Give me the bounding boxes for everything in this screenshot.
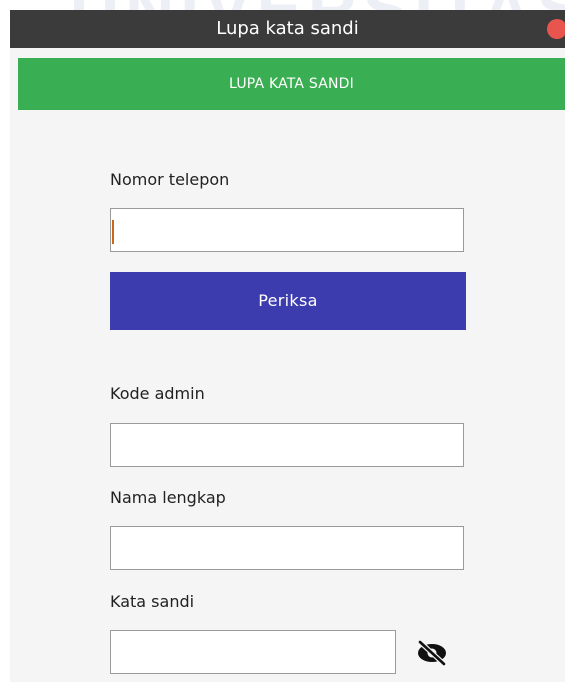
close-icon[interactable] xyxy=(547,19,565,39)
password-input[interactable] xyxy=(110,630,396,674)
dialog-window: Lupa kata sandi LUPA KATA SANDI Nomor te… xyxy=(10,10,565,682)
password-label: Kata sandi xyxy=(110,592,195,611)
phone-input[interactable] xyxy=(110,208,464,252)
page: UNIVERSITAS Lupa kata sandi LUPA KATA SA… xyxy=(0,0,565,682)
full-name-label: Nama lengkap xyxy=(110,488,226,507)
check-button[interactable]: Periksa xyxy=(110,272,466,330)
phone-label: Nomor telepon xyxy=(110,170,230,189)
page-header: LUPA KATA SANDI xyxy=(18,58,565,110)
eye-off-icon[interactable] xyxy=(414,638,450,668)
window-title: Lupa kata sandi xyxy=(216,18,359,39)
full-name-input[interactable] xyxy=(110,526,464,570)
text-caret xyxy=(112,220,114,244)
admin-code-input[interactable] xyxy=(110,423,464,467)
admin-code-label: Kode admin xyxy=(110,384,205,403)
titlebar: Lupa kata sandi xyxy=(10,10,565,48)
